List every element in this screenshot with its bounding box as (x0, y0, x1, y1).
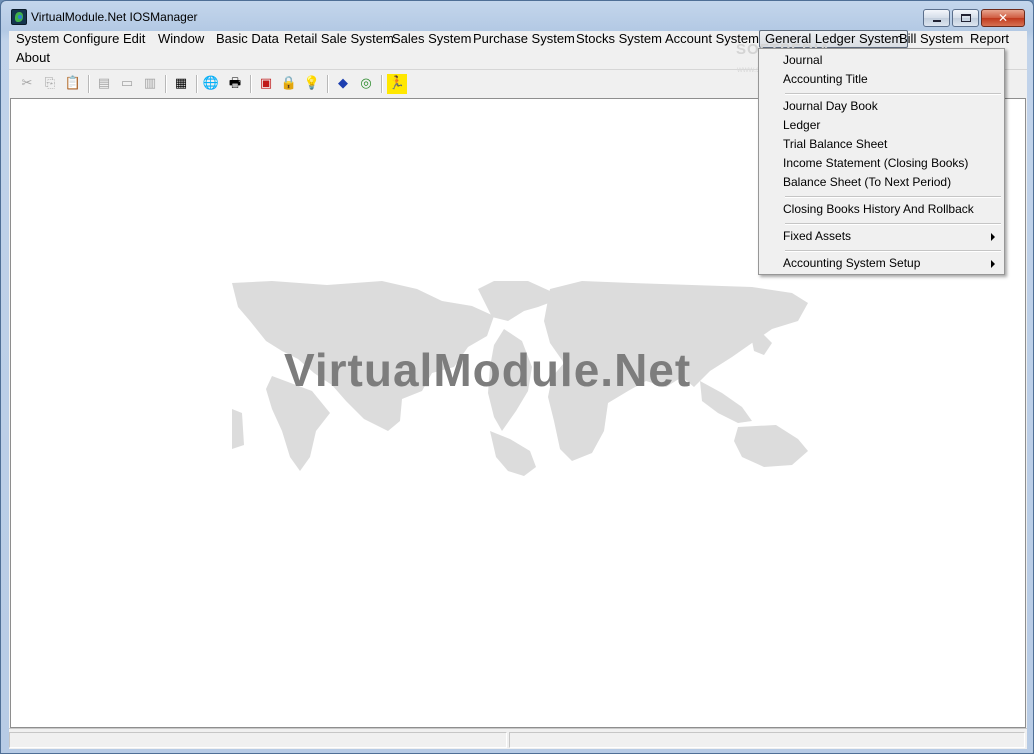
calculator-icon[interactable]: ▦ (171, 74, 191, 94)
menu-purchase-system[interactable]: Purchase System (468, 31, 580, 49)
status-pane-right (509, 732, 1025, 748)
menu-item-fixed-assets[interactable]: Fixed Assets (760, 227, 1003, 246)
menu-item-closing-books-history[interactable]: Closing Books History And Rollback (760, 200, 1003, 219)
print-preview-icon[interactable]: 🖶 (225, 74, 245, 94)
status-pane-left (9, 732, 507, 748)
minimize-button[interactable] (923, 9, 950, 27)
general-ledger-dropdown-menu: Journal Accounting Title Journal Day Boo… (758, 48, 1005, 275)
menu-about[interactable]: About (11, 50, 55, 68)
color-palette-icon[interactable]: ▣ (256, 74, 276, 94)
menu-item-ledger[interactable]: Ledger (760, 116, 1003, 135)
menu-stocks-system[interactable]: Stocks System (571, 31, 667, 49)
caption-buttons: ✕ (923, 9, 1025, 27)
menu-item-accounting-title[interactable]: Accounting Title (760, 70, 1003, 89)
menu-window[interactable]: Window (153, 31, 209, 49)
window-title: VirtualModule.Net IOSManager (31, 10, 198, 24)
close-icon: ✕ (997, 11, 1009, 25)
menu-item-trial-balance-sheet[interactable]: Trial Balance Sheet (760, 135, 1003, 154)
menu-separator (785, 250, 1001, 252)
app-window: VirtualModule.Net IOSManager ✕ System Co… (0, 0, 1034, 754)
close-button[interactable]: ✕ (981, 9, 1025, 27)
copy-icon[interactable]: ⎘ (40, 74, 60, 94)
submenu-arrow-icon (991, 260, 995, 268)
cd-icon[interactable]: ◎ (356, 74, 376, 94)
menu-retail-sale-system[interactable]: Retail Sale System (279, 31, 399, 49)
toolbar-separator (196, 75, 198, 93)
maximize-button[interactable] (952, 9, 979, 27)
status-bar (9, 728, 1027, 749)
menu-separator (785, 223, 1001, 225)
menu-item-journal[interactable]: Journal (760, 51, 1003, 70)
lightbulb-tip-icon[interactable]: 💡 (302, 74, 322, 94)
toolbar-separator (88, 75, 90, 93)
minimize-icon (933, 20, 941, 22)
menu-separator (785, 196, 1001, 198)
cascade-windows-icon[interactable]: ▤ (94, 74, 114, 94)
menu-item-accounting-system-setup-label: Accounting System Setup (783, 256, 921, 270)
toolbar-separator (165, 75, 167, 93)
menu-separator (785, 93, 1001, 95)
menu-item-income-statement[interactable]: Income Statement (Closing Books) (760, 154, 1003, 173)
menu-system-configure[interactable]: System Configure (11, 31, 124, 49)
menu-sales-system[interactable]: Sales System (387, 31, 476, 49)
book-icon[interactable]: ◆ (333, 74, 353, 94)
menu-item-fixed-assets-label: Fixed Assets (783, 229, 852, 243)
submenu-arrow-icon (991, 233, 995, 241)
menu-basic-data[interactable]: Basic Data (211, 31, 284, 49)
menu-item-accounting-system-setup[interactable]: Accounting System Setup (760, 254, 1003, 273)
tile-horizontal-icon[interactable]: ▭ (117, 74, 137, 94)
lock-icon[interactable]: 🔒 (279, 74, 299, 94)
menu-report[interactable]: Report (965, 31, 1014, 49)
menu-item-balance-sheet[interactable]: Balance Sheet (To Next Period) (760, 173, 1003, 192)
menu-bill-system[interactable]: Bill System (894, 31, 968, 49)
title-bar[interactable]: VirtualModule.Net IOSManager ✕ (1, 1, 1033, 31)
exit-running-man-icon[interactable]: 🏃 (387, 74, 407, 94)
app-globe-icon[interactable] (11, 9, 27, 25)
menu-item-journal-day-book[interactable]: Journal Day Book (760, 97, 1003, 116)
cut-icon[interactable]: ✂ (17, 74, 37, 94)
restore-icon (961, 14, 971, 22)
internet-globe-icon[interactable]: 🌐 (201, 74, 221, 94)
toolbar-separator (381, 75, 383, 93)
toolbar-separator (327, 75, 329, 93)
menu-edit[interactable]: Edit (118, 31, 150, 49)
paste-icon[interactable]: 📋 (63, 74, 83, 94)
brand-watermark-text: VirtualModule.Net (284, 344, 692, 396)
tile-vertical-icon[interactable]: ▥ (140, 74, 160, 94)
toolbar-separator (250, 75, 252, 93)
